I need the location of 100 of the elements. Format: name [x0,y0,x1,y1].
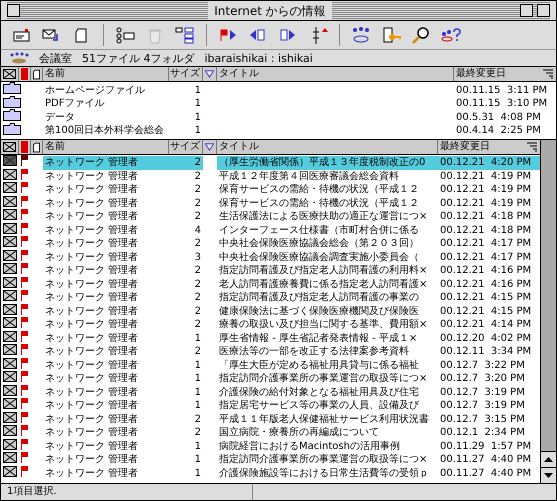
menu-icon[interactable] [526,142,538,152]
size-cell-text: 1 [194,399,202,412]
title-cell-text: 老人訪問看護療養費に係る指定老人訪問看護× [218,278,428,291]
sender-cell-text: ネットワーク 管理者 [44,170,140,183]
scroll-down-button[interactable] [541,467,556,483]
folder-name[interactable]: ホームページファイル [43,84,169,97]
sender-cell-text: ネットワーク 管理者 [44,440,140,453]
menu-icon[interactable] [542,69,554,79]
message-row[interactable]: ネットワーク 管理者 2 保育サービスの需給・待機の状況（平成１２ 00.12.21 4:19 PM [1,182,540,196]
folder-name[interactable]: 第100回日本外科学会総会 [43,124,169,138]
message-row[interactable]: ネットワーク 管理者 1 病院経営におけるMacintoshの活用事例 00.11.29 1:57 PM [1,438,540,452]
close-box[interactable] [7,4,20,17]
sender-cell-text: ネットワーク 管理者 [44,250,140,264]
flag-icon [21,168,28,180]
message-row[interactable]: ネットワーク 管理者 2 保育サービスの需給・待機の状況（平成１２ 00.12.21 4:19 PM [1,196,540,209]
size-cell-text: 1 [194,358,202,372]
people-icon [351,26,371,44]
file-count: 51ファイル 4フォルダ [82,50,194,66]
document-key-icon [381,26,401,44]
title-cell-text: 中央社会保険医療協議会総会（第２０３回） [218,237,420,250]
date-cell-text: 00.11.15 3:11 PM [455,84,548,97]
message-row[interactable]: ネットワーク 管理者 1 指定居宅サービス等の事業の人員、設備及び 00.12.7 3:19 PM [1,398,540,412]
scrollbar[interactable] [540,140,556,483]
message-row[interactable]: ネットワーク 管理者 1 「厚生大臣が定める福祉用具貸与に係る福祉 00.12.7 3:22 PM [1,358,540,371]
message-row[interactable]: ネットワーク 管理者 2 医療法等の一部を改正する法律案参考資料 00.12.11 3:34 PM [1,344,540,358]
folder-name[interactable]: PDFファイル [43,97,169,110]
column-title[interactable]: タイトル [217,140,438,154]
down-arrow-icon [544,473,553,478]
date-cell: 00.12.21 4:20 PM [438,156,540,170]
sort-arrow-icon[interactable] [205,143,214,151]
title-cell-text: 生活保護法による医療扶助の適正な運営につ× [218,210,428,224]
scroll-up-button[interactable] [541,451,556,467]
size-cell-text: 1 [194,386,202,399]
message-row[interactable]: ネットワーク 管理者 2 指定訪問看護及び指定老人訪問看護の事業の 00.12.21 4:15 PM [1,290,540,304]
flag-icon [21,68,28,80]
sender-cell-text: ネットワーク 管理者 [44,264,140,278]
sender-cell-text: ネットワーク 管理者 [44,345,140,358]
size-cell-text: 2 [194,264,202,278]
column-title[interactable]: サイズ [169,67,203,81]
sender-cell-text: ネットワーク 管理者 [44,358,140,372]
flag-icon [21,263,28,274]
message-row[interactable]: ネットワーク 管理者 1 介護保険の給付対象となる福祉用具及び住宅 00.12.7 3:19 PM [1,384,540,398]
date-cell-text: 00.12.21 4:19 PM [439,183,532,196]
flag-icon [21,196,28,206]
message-row[interactable]: ネットワーク 管理者 2 老人訪問看護療養費に係る指定老人訪問看護× 00.12.21 4:16 PM [1,276,540,290]
message-row[interactable]: ネットワーク 管理者 2 療養の取扱い及び担当に関する基準、費用額× 00.12.21 4:14 PM [1,317,540,330]
folder-name[interactable]: データ [43,110,169,124]
date-cell-text: 00.11.27 4:40 PM [439,466,532,480]
title-cell-text: 保育サービスの需給・待機の状況（平成１２ [218,196,420,210]
flag-icon [21,276,28,288]
flag-icon [21,371,28,382]
sender-cell-text: ネットワーク 管理者 [44,399,140,412]
date-cell-text: 00.12.21 4:15 PM [439,291,532,304]
status-text: 1項目選択. [1,484,253,500]
column-title[interactable]: 最終変更日 [440,140,490,154]
size-cell-text: 1 [194,97,202,110]
column-title[interactable]: サイズ [169,140,203,154]
flag-icon [21,155,28,166]
sort-arrow-icon[interactable] [205,70,214,78]
date-cell-text: 00.12.7 3:15 PM [439,412,526,426]
flag-icon [21,222,28,234]
date-cell-text: 00.12.1 2:34 PM [439,426,526,440]
message-row[interactable]: ネットワーク 管理者 2 中央社会保険医療協議会総会（第２０３回） 00.12.21 4:17 PM [1,236,540,250]
flag-icon [21,358,28,368]
flag-icon [21,452,28,463]
column-title[interactable]: 名前 [43,67,169,81]
message-row[interactable]: ネットワーク 管理者 2 （厚生労働省関係）平成１３年度税制改正の0 00.12.21 4:20 PM [1,155,540,168]
sender-cell-text: ネットワーク 管理者 [44,412,140,426]
message-row[interactable]: ネットワーク 管理者 2 平成１２年度第４回医療審議会総会資料 00.12.21 4:19 PM [1,168,540,182]
date-cell-text: 00.12.20 4:02 PM [439,332,532,345]
date-cell-text: 00.12.21 4:17 PM [439,237,532,250]
sender-cell-text: ネットワーク 管理者 [44,291,140,304]
flag-icon [21,412,28,422]
message-row[interactable]: ネットワーク 管理者 1 介護保険施設等における日常生活費等の受領ｐ 00.11.27 4:40 PM [1,466,540,479]
column-title[interactable]: タイトル [217,67,454,81]
date-cell-text: 00.4.14 2:25 PM [455,124,542,138]
message-row[interactable]: ネットワーク 管理者 1 指定訪問介護事業所の事業運営の取扱等につ× 00.11.27 4:40 PM [1,452,540,466]
people-icon [9,52,29,64]
message-row[interactable]: ネットワーク 管理者 2 健康保険法に基づく保険医療機関及び保険医 00.12.21 4:15 PM [1,304,540,317]
message-row[interactable]: ネットワーク 管理者 2 生活保護法による医療扶助の適正な運営につ× 00.12.21 4:18 PM [1,209,540,222]
collapse-box[interactable] [537,4,550,17]
message-row[interactable]: ネットワーク 管理者 1 厚生省情報 - 厚生省記者発表情報 - 平成１× 00.12.20 4:02 PM [1,330,540,344]
date-cell-text: 00.12.7 3:19 PM [439,399,526,412]
date-cell-text: 00.12.21 4:18 PM [439,224,532,237]
message-row[interactable]: ネットワーク 管理者 3 中央社会保険医療協議会調査実施小委員会（ 00.12.21 4:17 PM [1,250,540,263]
message-row[interactable]: ネットワーク 管理者 1 指定訪問介護事業所の事業運営の取扱等につ× 00.12.7 3:20 PM [1,371,540,384]
flag-icon [21,330,28,342]
outline-icon [175,26,195,44]
title-cell-text: 医療法等の一部を改正する法律案参考資料 [218,345,410,358]
flag-icon [21,466,28,476]
message-row[interactable]: ネットワーク 管理者 4 インターフェース仕様書（市町村合併に係る 00.12.21 4:18 PM [1,222,540,236]
message-row[interactable]: ネットワーク 管理者 2 平成１１年版老人保健福祉サービス利用状況書 00.12.7 3:15 PM [1,412,540,425]
zoom-box[interactable] [520,4,533,17]
message-row[interactable]: ネットワーク 管理者 2 指定訪問看護及び指定老人訪問看護の利用料× 00.12.21 4:16 PM [1,263,540,276]
up-arrow-icon [544,457,553,462]
column-title[interactable]: 最終変更日 [456,67,506,81]
date-cell-text: 00.12.21 4:14 PM [439,318,532,332]
column-title[interactable]: 名前 [43,140,169,154]
message-row[interactable]: ネットワーク 管理者 2 国立病院・療養所の再編成について 00.12.1 2:34 PM [1,425,540,438]
title-cell-text: 療養の取扱い及び担当に関する基準、費用額× [218,318,428,332]
